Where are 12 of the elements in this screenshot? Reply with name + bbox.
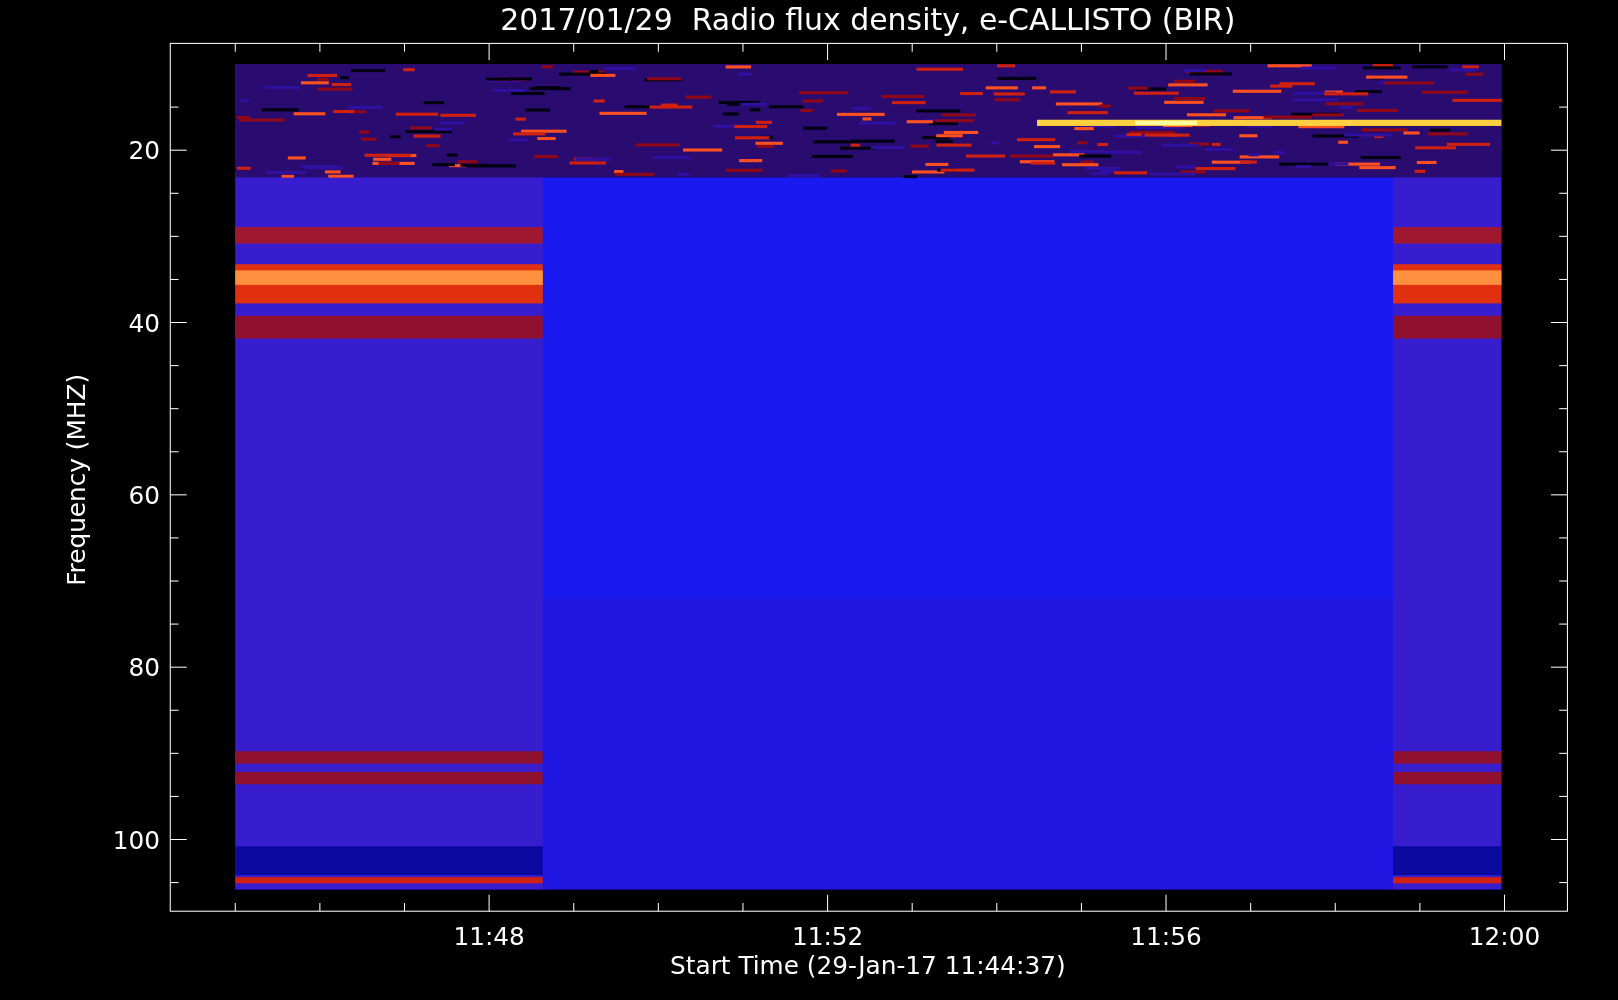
y-tick-label: 20: [128, 136, 160, 166]
y-tick-label: 80: [128, 653, 160, 683]
x-axis-label: Start Time (29-Jan-17 11:44:37): [670, 951, 1066, 981]
x-tick-label: 12:00: [1468, 922, 1541, 952]
y-tick-label: 40: [128, 308, 160, 338]
x-tick-label: 11:48: [453, 922, 525, 952]
x-tick-label: 11:52: [791, 922, 864, 952]
y-tick-label: 100: [112, 825, 160, 855]
chart-title: 2017/01/29 Radio flux density, e-CALLISTO (BIR): [500, 2, 1236, 37]
y-axis-label: Frequency (MHZ): [61, 373, 91, 586]
x-tick-label: 11:56: [1130, 922, 1202, 952]
y-tick-label: 60: [128, 481, 160, 511]
